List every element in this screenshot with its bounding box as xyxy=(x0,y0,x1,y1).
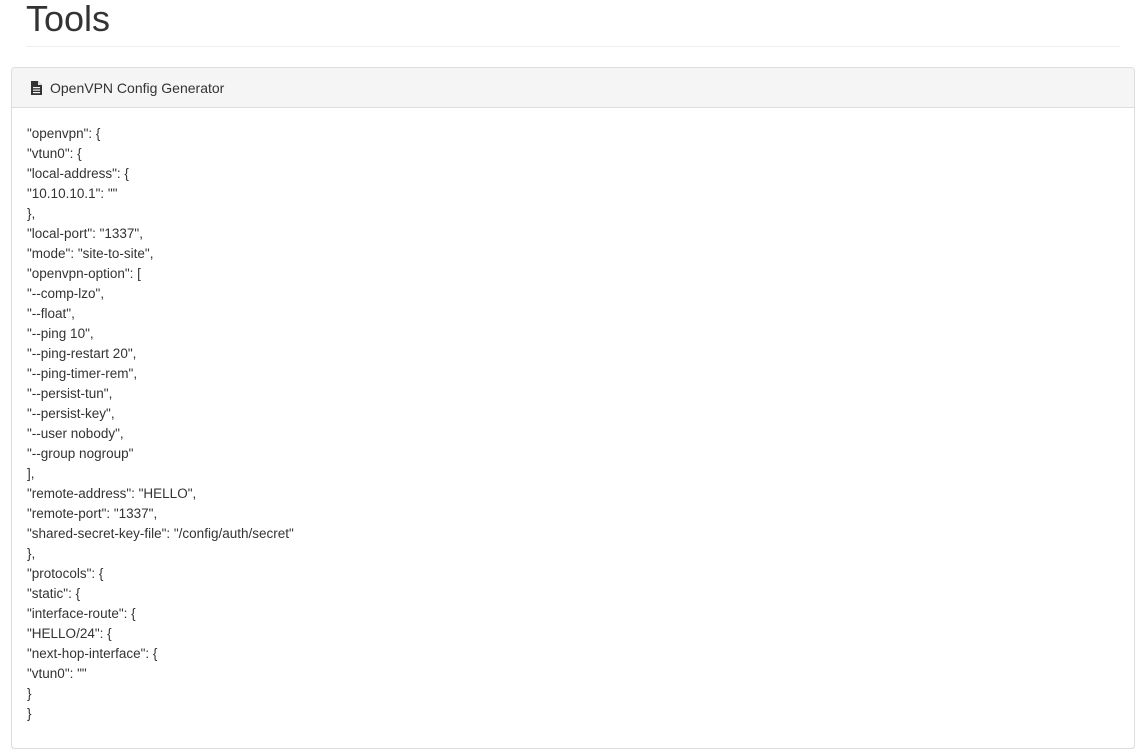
config-line: "remote-port": "1337", xyxy=(27,506,158,521)
config-line: "--group nogroup" xyxy=(27,446,134,461)
config-line: } xyxy=(27,686,32,701)
config-line: "--ping-restart 20", xyxy=(27,346,137,361)
config-line: "local-address": { xyxy=(27,166,129,181)
config-line: "--ping-timer-rem", xyxy=(27,366,138,381)
panel-title: OpenVPN Config Generator xyxy=(50,79,225,96)
config-line: "--persist-key", xyxy=(27,406,115,421)
config-line: "vtun0": "" xyxy=(27,666,87,681)
config-line: ], xyxy=(27,466,35,481)
config-line: "remote-address": "HELLO", xyxy=(27,486,197,501)
page-header: Tools xyxy=(26,0,1120,47)
config-line: "openvpn": { xyxy=(27,126,101,141)
config-line: "protocols": { xyxy=(27,566,104,581)
config-line: "--persist-tun", xyxy=(27,386,113,401)
openvpn-config-panel: OpenVPN Config Generator "openvpn": { "v… xyxy=(11,67,1135,749)
config-line: "vtun0": { xyxy=(27,146,82,161)
panel-heading: OpenVPN Config Generator xyxy=(12,68,1134,108)
config-output: "openvpn": { "vtun0": { "local-address":… xyxy=(12,108,1134,724)
page-title: Tools xyxy=(26,0,111,39)
config-line: "openvpn-option": [ xyxy=(27,266,141,281)
config-line: "--ping 10", xyxy=(27,326,94,341)
config-line: }, xyxy=(27,206,36,221)
file-text-icon xyxy=(30,81,42,95)
config-line: }, xyxy=(27,546,36,561)
config-line: "HELLO/24": { xyxy=(27,626,112,641)
config-line: "local-port": "1337", xyxy=(27,226,143,241)
config-line: "next-hop-interface": { xyxy=(27,646,158,661)
config-line: "interface-route": { xyxy=(27,606,136,621)
config-line: "10.10.10.1": "" xyxy=(27,186,118,201)
config-line: } xyxy=(27,706,32,721)
config-line: "mode": "site-to-site", xyxy=(27,246,154,261)
config-line: "--user nobody", xyxy=(27,426,124,441)
config-line: "--float", xyxy=(27,306,75,321)
config-line: "static": { xyxy=(27,586,81,601)
config-line: "--comp-lzo", xyxy=(27,286,105,301)
config-line: "shared-secret-key-file": "/config/auth/… xyxy=(27,526,294,541)
